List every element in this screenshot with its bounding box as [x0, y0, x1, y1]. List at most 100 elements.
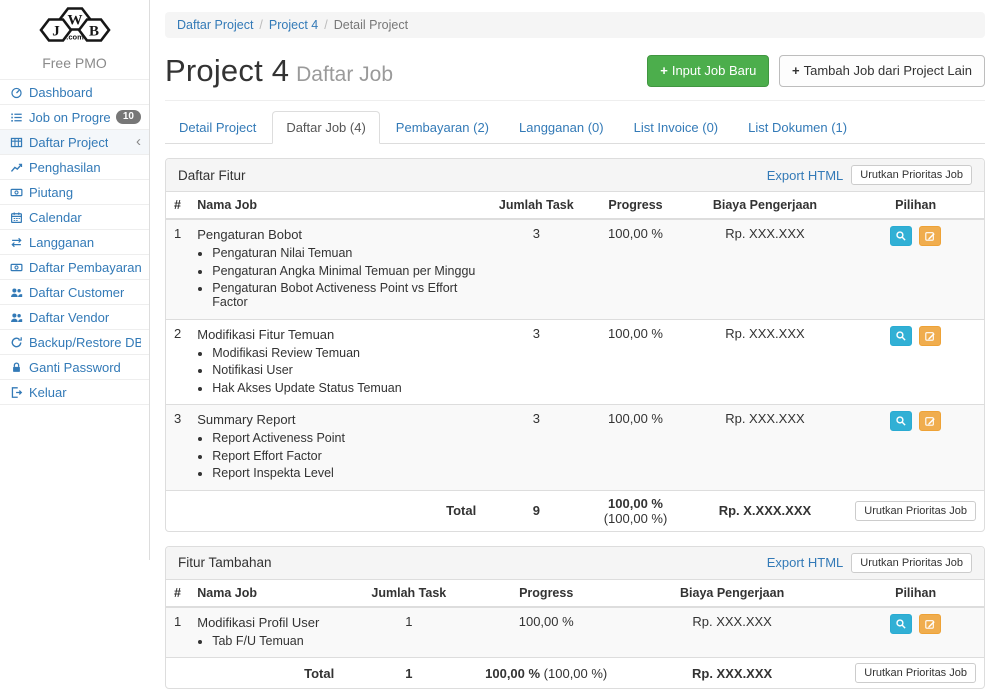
- payment-icon: [10, 261, 23, 274]
- tambah-job-dari-project-lain-button[interactable]: +Tambah Job dari Project Lain: [779, 55, 985, 87]
- export-html-link[interactable]: Export HTML: [767, 555, 844, 570]
- progress-cell: 100,00 %: [588, 319, 682, 405]
- job-name-cell: Summary ReportReport Activeness PointRep…: [189, 405, 484, 491]
- sidebar-item-piutang[interactable]: Piutang: [0, 180, 149, 205]
- sidebar-item-label: Daftar Pembayaran: [29, 260, 141, 275]
- sidebar-item-label: Job on Progress: [29, 110, 110, 125]
- search-icon: [895, 415, 907, 427]
- panel-fitur-tambahan: Fitur Tambahan Export HTML Urutkan Prior…: [165, 546, 985, 689]
- panel-title: Daftar Fitur: [178, 168, 246, 183]
- tab-bar: Detail Project Daftar Job (4) Pembayaran…: [165, 111, 985, 144]
- row-number: 2: [166, 319, 189, 405]
- export-html-link[interactable]: Export HTML: [767, 168, 844, 183]
- sidebar-item-daftar-customer[interactable]: Daftar Customer: [0, 280, 149, 305]
- job-row: 1 Modifikasi Profil UserTab F/U Temuan 1…: [166, 607, 984, 658]
- job-row: 2 Modifikasi Fitur TemuanModifikasi Revi…: [166, 319, 984, 405]
- breadcrumb-current: Detail Project: [334, 18, 408, 32]
- breadcrumb-link-daftar-project[interactable]: Daftar Project: [177, 18, 253, 32]
- column-header-pilihan: Pilihan: [847, 192, 984, 219]
- total-cost: Rp. X.XXX.XXX: [683, 490, 848, 531]
- calendar-icon: [10, 211, 23, 224]
- job-table: #Nama JobJumlah TaskProgressBiaya Penger…: [166, 192, 984, 531]
- sidebar-item-daftar-project[interactable]: Daftar Project‹: [0, 130, 149, 155]
- sidebar-item-daftar-pembayaran[interactable]: Daftar Pembayaran: [0, 255, 149, 280]
- tab-list-invoice[interactable]: List Invoice (0): [620, 111, 733, 144]
- job-name-cell: Modifikasi Profil UserTab F/U Temuan: [189, 607, 342, 658]
- sidebar-item-label: Daftar Vendor: [29, 310, 109, 325]
- progress-cell: 100,00 %: [475, 607, 617, 658]
- view-job-button[interactable]: [890, 326, 912, 346]
- sidebar-item-penghasilan[interactable]: Penghasilan: [0, 155, 149, 180]
- job-subitem: Hak Akses Update Status Temuan: [212, 381, 476, 395]
- edit-job-button[interactable]: [919, 614, 941, 634]
- brand-logo[interactable]: W J B .com Free PMO: [0, 0, 149, 71]
- panel-daftar-fitur: Daftar Fitur Export HTML Urutkan Priorit…: [165, 158, 985, 532]
- view-job-button[interactable]: [890, 614, 912, 634]
- edit-icon: [924, 415, 936, 427]
- breadcrumb-separator: /: [259, 18, 262, 32]
- sidebar-item-label: Piutang: [29, 185, 73, 200]
- edit-job-button[interactable]: [919, 411, 941, 431]
- job-subitem: Report Inspekta Level: [212, 466, 476, 480]
- job-subitem: Modifikasi Review Temuan: [212, 346, 476, 360]
- sidebar-item-label: Daftar Customer: [29, 285, 124, 300]
- row-number: 3: [166, 405, 189, 491]
- sidebar-item-keluar[interactable]: Keluar: [0, 380, 149, 405]
- job-subitem: Pengaturan Angka Minimal Temuan per Ming…: [212, 264, 476, 278]
- sidebar-item-daftar-vendor[interactable]: Daftar Vendor: [0, 305, 149, 330]
- plus-icon: +: [660, 63, 668, 78]
- progress-cell: 100,00 %: [588, 219, 682, 319]
- sidebar-item-job-on-progress[interactable]: Job on Progress10: [0, 105, 149, 130]
- edit-job-button[interactable]: [919, 326, 941, 346]
- sidebar-item-label: Penghasilan: [29, 160, 101, 175]
- sidebar-item-langganan[interactable]: Langganan: [0, 230, 149, 255]
- search-icon: [895, 230, 907, 242]
- sidebar-item-label: Backup/Restore DB: [29, 335, 141, 350]
- actions-cell: [847, 319, 984, 405]
- total-label: Total: [189, 490, 484, 531]
- column-header-progress: Progress: [475, 580, 617, 607]
- job-row: 1 Pengaturan BobotPengaturan Nilai Temua…: [166, 219, 984, 319]
- income-chart-icon: [10, 161, 23, 174]
- tab-detail-project[interactable]: Detail Project: [165, 111, 270, 144]
- sidebar-item-ganti-password[interactable]: Ganti Password: [0, 355, 149, 380]
- breadcrumb-link-project-4[interactable]: Project 4: [269, 18, 318, 32]
- chevron-left-icon: ‹: [136, 137, 141, 147]
- total-row: Total 9 100,00 % (100,00 %) Rp. X.XXX.XX…: [166, 490, 984, 531]
- tab-langganan[interactable]: Langganan (0): [505, 111, 618, 144]
- search-icon: [895, 330, 907, 342]
- sort-priority-button[interactable]: Urutkan Prioritas Job: [851, 165, 972, 185]
- job-name-cell: Modifikasi Fitur TemuanModifikasi Review…: [189, 319, 484, 405]
- column-header-nama-job: Nama Job: [189, 580, 342, 607]
- sort-priority-button[interactable]: Urutkan Prioritas Job: [855, 663, 976, 683]
- tab-pembayaran[interactable]: Pembayaran (2): [382, 111, 503, 144]
- panel-title: Fitur Tambahan: [178, 555, 272, 570]
- total-tasks: 9: [484, 490, 588, 531]
- sort-priority-button[interactable]: Urutkan Prioritas Job: [855, 501, 976, 521]
- tab-daftar-job[interactable]: Daftar Job (4): [272, 111, 379, 144]
- jumlah-task-cell: 3: [484, 405, 588, 491]
- svg-text:W: W: [67, 13, 82, 29]
- cost-cell: Rp. XXX.XXX: [683, 319, 848, 405]
- sidebar-item-backup-restore-db[interactable]: Backup/Restore DB: [0, 330, 149, 355]
- edit-job-button[interactable]: [919, 226, 941, 246]
- job-subitem: Pengaturan Bobot Activeness Point vs Eff…: [212, 281, 476, 309]
- dashboard-icon: [10, 86, 23, 99]
- tab-list-dokumen[interactable]: List Dokumen (1): [734, 111, 861, 144]
- sidebar-item-dashboard[interactable]: Dashboard: [0, 80, 149, 105]
- job-name: Summary Report: [197, 411, 476, 427]
- input-job-baru-button[interactable]: +Input Job Baru: [647, 55, 769, 87]
- view-job-button[interactable]: [890, 411, 912, 431]
- actions-cell: [847, 607, 984, 658]
- column-header-num: #: [166, 580, 189, 607]
- jumlah-task-cell: 3: [484, 319, 588, 405]
- job-progress-icon: [10, 111, 23, 124]
- sidebar-item-calendar[interactable]: Calendar: [0, 205, 149, 230]
- column-header-jumlah-task: Jumlah Task: [342, 580, 475, 607]
- backup-icon: [10, 336, 23, 349]
- view-job-button[interactable]: [890, 226, 912, 246]
- sort-priority-button[interactable]: Urutkan Prioritas Job: [851, 553, 972, 573]
- vendors-icon: [10, 311, 23, 324]
- job-subitem: Pengaturan Nilai Temuan: [212, 246, 476, 260]
- breadcrumb-separator: /: [324, 18, 327, 32]
